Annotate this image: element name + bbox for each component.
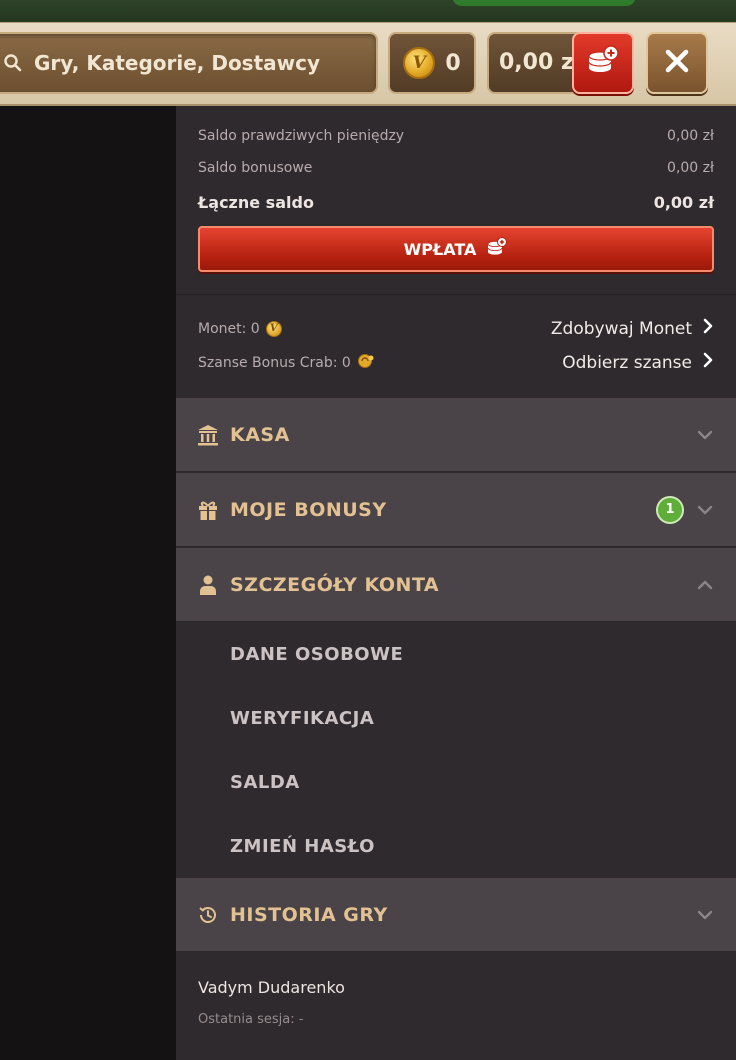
- crab-coin-icon: [357, 353, 375, 373]
- coins-count: 0: [445, 50, 461, 76]
- section-bonuses-title: MOJE BONUSY: [230, 498, 387, 521]
- coins-row: Monet: 0 V Zdobywaj Monet: [198, 318, 714, 339]
- balance-amount: 0,00 zł: [499, 50, 582, 75]
- crab-info: Szanse Bonus Crab: 0: [198, 353, 375, 373]
- chevron-right-icon: [702, 318, 714, 339]
- deposit-button[interactable]: [572, 32, 634, 94]
- bank-icon: [196, 423, 220, 447]
- real-money-value: 0,00 zł: [667, 128, 714, 144]
- top-green-pill: [452, 0, 636, 6]
- coin-icon: V: [403, 47, 436, 79]
- close-button[interactable]: [646, 32, 708, 94]
- coin-icon: V: [265, 320, 282, 337]
- menu-item-personal-data[interactable]: DANE OSOBOWE: [230, 644, 403, 665]
- claim-chances-link[interactable]: Odbierz szanse: [562, 352, 714, 373]
- crab-row: Szanse Bonus Crab: 0 Odbierz szanse: [198, 352, 714, 373]
- search-icon: [2, 52, 24, 74]
- bonus-balance-row: Saldo bonusowe 0,00 zł: [198, 160, 714, 176]
- user-name: Vadym Dudarenko: [198, 978, 345, 997]
- section-kasa-title: KASA: [230, 423, 290, 446]
- section-account-title: SZCZEGÓŁY KONTA: [230, 573, 440, 596]
- wplata-button[interactable]: WPŁATA: [198, 226, 714, 272]
- background-overlay[interactable]: [0, 106, 176, 1060]
- section-bonuses[interactable]: MOJE BONUSY 1: [176, 473, 736, 547]
- claim-chances-label: Odbierz szanse: [562, 352, 692, 373]
- gift-icon: [196, 498, 220, 522]
- section-account-details[interactable]: SZCZEGÓŁY KONTA: [176, 548, 736, 622]
- history-icon: [196, 903, 220, 927]
- coins-plus-icon: [486, 236, 508, 262]
- wplata-label: WPŁATA: [403, 239, 477, 259]
- top-strip: [0, 0, 736, 22]
- total-balance-label: Łączne saldo: [198, 193, 314, 212]
- section-history-title: HISTORIA GRY: [230, 903, 388, 926]
- earn-coins-link[interactable]: Zdobywaj Monet: [551, 318, 714, 339]
- coins-counter[interactable]: V 0: [388, 32, 476, 94]
- divider: [176, 294, 736, 295]
- bonus-count-badge: 1: [656, 495, 684, 524]
- coins-plus-icon: [586, 44, 620, 82]
- chevron-down-icon: [696, 426, 714, 444]
- bonus-balance-label: Saldo bonusowe: [198, 160, 313, 176]
- menu-item-verification[interactable]: WERYFIKACJA: [230, 708, 374, 729]
- chevron-right-icon: [702, 352, 714, 373]
- account-panel: Saldo prawdziwych pieniędzy 0,00 zł Sald…: [176, 106, 736, 1060]
- real-money-row: Saldo prawdziwych pieniędzy 0,00 zł: [198, 128, 714, 144]
- total-balance-row: Łączne saldo 0,00 zł: [198, 193, 714, 212]
- close-icon: [663, 47, 691, 79]
- chevron-up-icon: [696, 576, 714, 594]
- chevron-down-icon: [696, 906, 714, 924]
- real-money-label: Saldo prawdziwych pieniędzy: [198, 128, 405, 144]
- crab-info-label: Szanse Bonus Crab: 0: [198, 354, 351, 371]
- chevron-down-icon: [696, 501, 714, 519]
- header-bar: Gry, Kategorie, Dostawcy V 0 0,00 zł: [0, 22, 736, 106]
- section-kasa[interactable]: KASA: [176, 398, 736, 472]
- last-session: Ostatnia sesja: -: [198, 1012, 304, 1027]
- total-balance-value: 0,00 zł: [653, 193, 714, 212]
- menu-item-change-password[interactable]: ZMIEŃ HASŁO: [230, 836, 375, 857]
- menu-item-balances[interactable]: SALDA: [230, 772, 300, 793]
- coins-info-label: Monet: 0: [198, 320, 260, 337]
- section-game-history[interactable]: HISTORIA GRY: [176, 878, 736, 952]
- search-placeholder: Gry, Kategorie, Dostawcy: [34, 51, 321, 75]
- search-input[interactable]: Gry, Kategorie, Dostawcy: [0, 32, 378, 94]
- bonus-balance-value: 0,00 zł: [667, 160, 714, 176]
- user-icon: [196, 573, 220, 597]
- coins-info: Monet: 0 V: [198, 320, 282, 337]
- earn-coins-label: Zdobywaj Monet: [550, 318, 692, 339]
